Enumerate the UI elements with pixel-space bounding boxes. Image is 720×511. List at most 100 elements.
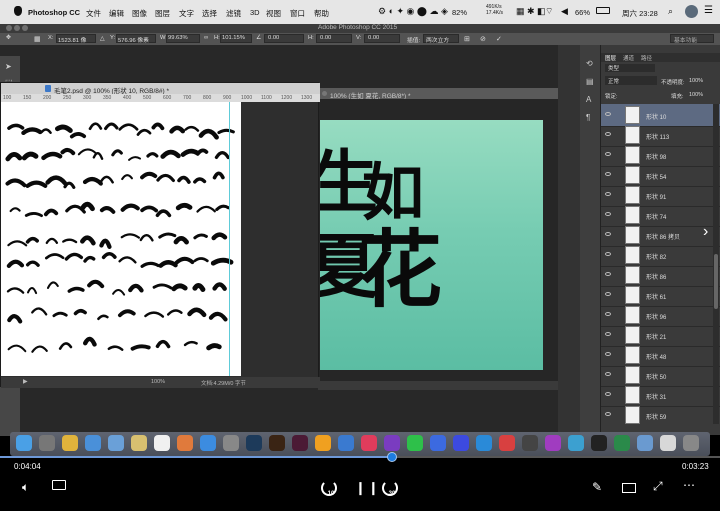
browser-icon[interactable] bbox=[568, 435, 584, 451]
docs-icon[interactable] bbox=[660, 435, 676, 451]
paragraph-icon[interactable]: ¶ bbox=[586, 113, 590, 122]
menu-3d[interactable]: 3D bbox=[250, 8, 260, 17]
menu-window[interactable]: 窗口 bbox=[290, 8, 305, 19]
close-window-button[interactable] bbox=[6, 25, 12, 31]
visibility-eye-icon[interactable] bbox=[605, 232, 611, 236]
layers-scroll-thumb[interactable] bbox=[714, 254, 718, 309]
menu-select[interactable]: 选择 bbox=[202, 8, 217, 19]
wifi-icon[interactable]: ⌔ bbox=[545, 6, 553, 17]
document-tab-1[interactable]: 毛笔2.psd @ 100% (形状 10, RGB/8#) * bbox=[1, 83, 320, 95]
calendar-icon[interactable] bbox=[154, 435, 170, 451]
layer-row[interactable]: 形状 59 bbox=[601, 404, 720, 424]
edit-pen-icon[interactable]: ✎ bbox=[592, 480, 602, 494]
visibility-eye-icon[interactable] bbox=[605, 152, 611, 156]
zoom-window-button[interactable] bbox=[22, 25, 28, 31]
status-arrow-icon[interactable]: ▶ bbox=[23, 378, 28, 385]
move-tool-icon[interactable]: ✥ bbox=[6, 35, 11, 41]
xcode-icon[interactable] bbox=[338, 435, 354, 451]
captions-icon[interactable] bbox=[52, 480, 66, 490]
launchpad-icon[interactable] bbox=[39, 435, 55, 451]
menu-help[interactable]: 帮助 bbox=[314, 8, 329, 19]
layer-filter-select[interactable]: 类型 bbox=[605, 64, 655, 72]
mail2-icon[interactable] bbox=[499, 435, 515, 451]
indesign-icon[interactable] bbox=[292, 435, 308, 451]
chrome-icon[interactable] bbox=[62, 435, 78, 451]
wechat-icon[interactable] bbox=[407, 435, 423, 451]
trash-icon[interactable] bbox=[683, 435, 699, 451]
pp-icon[interactable] bbox=[384, 435, 400, 451]
more-options-icon[interactable]: ⋯ bbox=[683, 478, 695, 492]
game-icon[interactable] bbox=[522, 435, 538, 451]
reference-point-icon[interactable]: ▦ bbox=[34, 35, 41, 43]
tab-paths[interactable]: 路径 bbox=[641, 54, 652, 62]
menu-view[interactable]: 视图 bbox=[266, 8, 281, 19]
preferences-icon[interactable] bbox=[223, 435, 239, 451]
illustrator-icon[interactable] bbox=[269, 435, 285, 451]
sketch-icon[interactable] bbox=[315, 435, 331, 451]
folder-icon[interactable] bbox=[637, 435, 653, 451]
fullscreen-icon[interactable]: ⤢ bbox=[653, 479, 663, 494]
visibility-eye-icon[interactable] bbox=[605, 132, 611, 136]
warp-icon[interactable]: ⊞ bbox=[464, 35, 470, 43]
document-tab-2[interactable]: 100% (生如 夏花, RGB/8*) * bbox=[318, 88, 568, 100]
menu-file[interactable]: 文件 bbox=[86, 8, 101, 19]
visibility-eye-icon[interactable] bbox=[605, 372, 611, 376]
miniplayer-icon[interactable] bbox=[622, 483, 636, 493]
visibility-eye-icon[interactable] bbox=[605, 392, 611, 396]
minimize-window-button[interactable] bbox=[14, 25, 20, 31]
visibility-eye-icon[interactable] bbox=[605, 172, 611, 176]
document-2-canvas[interactable]: 生 如 夏 花 bbox=[320, 120, 543, 370]
visibility-eye-icon[interactable] bbox=[605, 312, 611, 316]
blend-mode-select[interactable]: 正常 bbox=[605, 76, 657, 85]
volume-icon[interactable]: 🔈︎ bbox=[22, 480, 29, 495]
skip-forward-button[interactable]: 30 bbox=[382, 480, 398, 497]
visibility-eye-icon[interactable] bbox=[605, 412, 611, 416]
link-icon[interactable]: △ bbox=[100, 35, 105, 42]
vpn-icon[interactable] bbox=[476, 435, 492, 451]
visibility-eye-icon[interactable] bbox=[605, 292, 611, 296]
baidu-icon[interactable] bbox=[453, 435, 469, 451]
mail-icon[interactable] bbox=[108, 435, 124, 451]
guide-line[interactable] bbox=[229, 102, 230, 376]
properties-icon[interactable]: ▤ bbox=[586, 77, 594, 86]
music-icon[interactable] bbox=[361, 435, 377, 451]
excel-icon[interactable] bbox=[614, 435, 630, 451]
qq-icon[interactable] bbox=[430, 435, 446, 451]
appstore-icon[interactable] bbox=[200, 435, 216, 451]
visibility-eye-icon[interactable] bbox=[605, 212, 611, 216]
menu-type[interactable]: 文字 bbox=[179, 8, 194, 19]
character-icon[interactable]: A bbox=[586, 95, 591, 104]
chain-icon[interactable]: ∞ bbox=[204, 35, 208, 41]
opacity-value[interactable]: 100% bbox=[689, 78, 703, 84]
menu-image[interactable]: 图像 bbox=[132, 8, 147, 19]
notification-icon[interactable]: ☰ bbox=[704, 5, 713, 16]
avatar[interactable] bbox=[685, 5, 698, 18]
layers-scrollbar[interactable] bbox=[713, 104, 719, 424]
volume-icon[interactable]: ◀ bbox=[561, 6, 568, 17]
safari-icon[interactable] bbox=[85, 435, 101, 451]
visibility-eye-icon[interactable] bbox=[605, 272, 611, 276]
pause-button[interactable]: ❙❙ bbox=[355, 480, 381, 496]
notes-icon[interactable] bbox=[131, 435, 147, 451]
photos-icon[interactable] bbox=[177, 435, 193, 451]
visibility-eye-icon[interactable] bbox=[605, 352, 611, 356]
visibility-eye-icon[interactable] bbox=[605, 112, 611, 116]
terminal-icon[interactable] bbox=[591, 435, 607, 451]
tab-layers[interactable]: 图层 bbox=[605, 54, 616, 62]
rp-icon[interactable] bbox=[545, 435, 561, 451]
zoom-level[interactable]: 100% bbox=[151, 379, 165, 385]
skip-back-button[interactable]: 10 bbox=[321, 480, 337, 497]
history-icon[interactable]: ⟲ bbox=[586, 59, 593, 68]
cancel-transform-icon[interactable]: ⊘ bbox=[480, 35, 486, 43]
menu-layer[interactable]: 图层 bbox=[155, 8, 170, 19]
visibility-eye-icon[interactable] bbox=[605, 192, 611, 196]
photoshop-icon[interactable] bbox=[246, 435, 262, 451]
apple-icon[interactable] bbox=[14, 6, 22, 16]
tab-channels[interactable]: 通道 bbox=[623, 54, 634, 62]
app-menu[interactable]: Photoshop CC bbox=[28, 8, 80, 17]
visibility-eye-icon[interactable] bbox=[605, 332, 611, 336]
finder-icon[interactable] bbox=[16, 435, 32, 451]
visibility-eye-icon[interactable] bbox=[605, 252, 611, 256]
move-tool-icon[interactable]: ➤ bbox=[5, 62, 12, 71]
document-1-canvas[interactable] bbox=[1, 102, 241, 376]
